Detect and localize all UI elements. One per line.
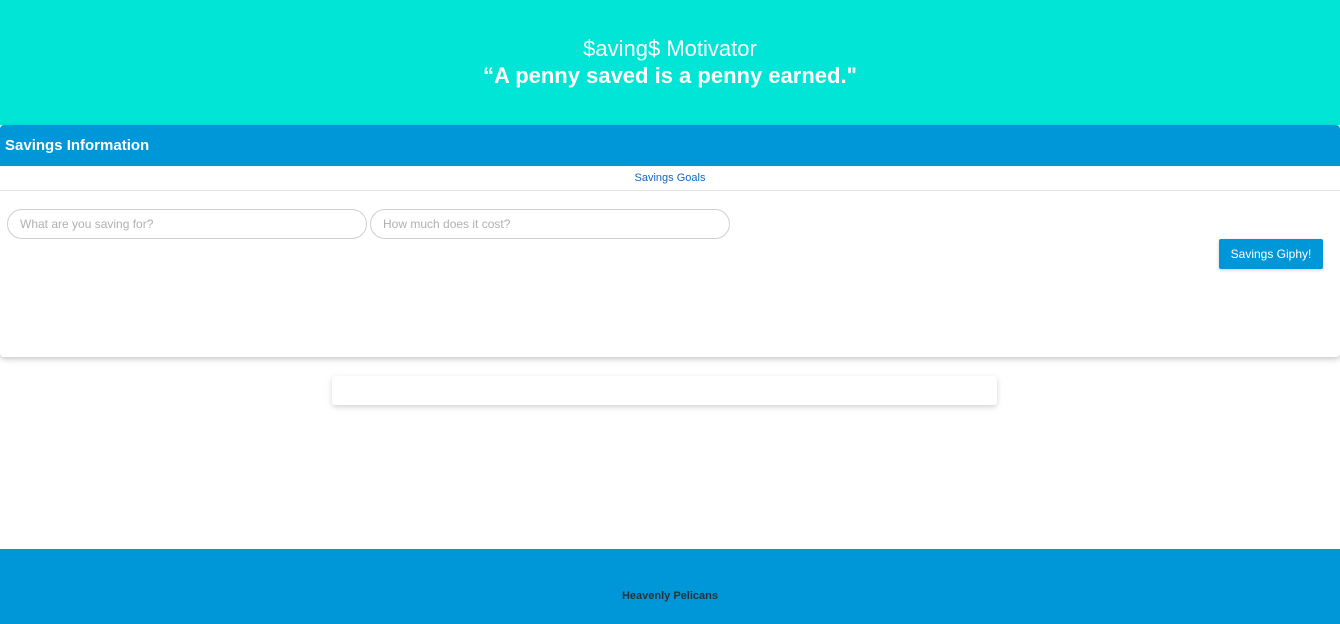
tab-bar: Savings Goals — [0, 166, 1340, 191]
app-title: $aving$ Motivator — [583, 36, 757, 61]
giphy-result-card — [332, 376, 997, 405]
motivational-quote: “A penny saved is a penny earned." — [483, 63, 857, 88]
hero-banner: $aving$ Motivator “A penny saved is a pe… — [0, 0, 1340, 125]
cost-input[interactable] — [370, 209, 730, 239]
saving-for-input[interactable] — [7, 209, 367, 239]
savings-giphy-button[interactable]: Savings Giphy! — [1219, 239, 1323, 269]
card-header: Savings Information — [0, 125, 1340, 166]
tab-savings-goals[interactable]: Savings Goals — [633, 166, 708, 190]
footer-text: Heavenly Pelicans — [621, 590, 718, 602]
savings-information-card: Savings Information Savings Goals Saving… — [0, 125, 1340, 357]
footer: Heavenly Pelicans — [0, 549, 1340, 624]
